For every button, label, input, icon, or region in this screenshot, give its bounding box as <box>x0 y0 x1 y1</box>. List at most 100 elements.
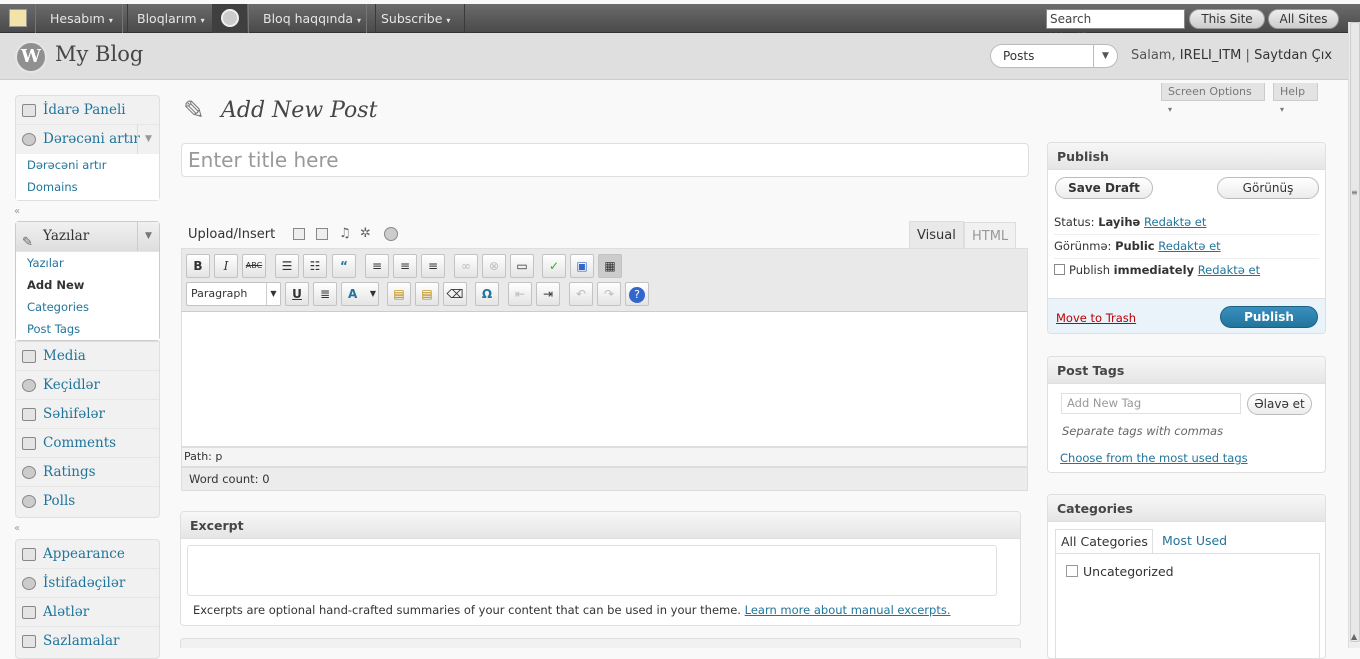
post-content-editor[interactable] <box>181 311 1028 447</box>
screen-options-button[interactable]: Screen Options ▾ <box>1161 83 1265 114</box>
align-center-icon[interactable]: ≡ <box>393 254 417 278</box>
strikethrough-icon[interactable]: ABC <box>242 254 266 278</box>
italic-icon[interactable]: I <box>214 254 238 278</box>
underline-icon[interactable]: U <box>285 282 309 306</box>
tools-icon <box>22 606 36 619</box>
blockquote-icon[interactable]: “ <box>332 254 356 278</box>
sidebar-item-appearance[interactable]: Appearance <box>16 540 159 569</box>
search-input[interactable]: Search WordPress.com <box>1046 9 1185 44</box>
logout-link[interactable]: Saytdan Çıx <box>1254 48 1332 63</box>
numbered-list-icon[interactable]: ☷ <box>303 254 327 278</box>
scrollbar[interactable]: ≡ ▲ <box>1348 22 1360 648</box>
sidebar-item-links[interactable]: Keçidlər <box>16 371 159 400</box>
add-audio-icon[interactable]: ♫ <box>339 226 351 241</box>
kitchen-sink-icon[interactable]: ▦ <box>598 254 622 278</box>
special-character-icon[interactable]: Ω <box>475 282 499 306</box>
sidebar-item-media[interactable]: Media <box>16 342 159 371</box>
wordpress-logo-icon[interactable] <box>212 4 247 33</box>
add-poll-icon[interactable] <box>384 227 398 241</box>
favorite-actions-select[interactable]: Posts ▼ <box>990 44 1118 68</box>
collapse-menu-icon[interactable]: « <box>14 524 24 534</box>
sidebar-item-polls[interactable]: Polls <box>16 487 159 516</box>
unlink-icon[interactable]: ⊗ <box>482 254 506 278</box>
sidebar-item-settings[interactable]: Sazlamalar <box>16 627 159 656</box>
my-blogs-menu[interactable]: Bloqlarım ▾ <box>122 4 220 33</box>
sidebar-subitem-post-tags[interactable]: Post Tags <box>16 318 159 340</box>
publish-heading[interactable]: Publish <box>1048 143 1325 170</box>
add-media-icon[interactable]: ✲ <box>360 226 371 241</box>
list-item[interactable]: Uncategorized <box>1066 564 1174 579</box>
blog-info-menu[interactable]: Bloq haqqında ▾ <box>248 4 377 33</box>
sidebar-item-posts[interactable]: ✎ Yazılar ▼ <box>16 222 159 252</box>
edit-status-link[interactable]: Redaktə et <box>1144 215 1206 229</box>
edit-visibility-link[interactable]: Redaktə et <box>1158 239 1220 253</box>
bold-icon[interactable]: B <box>186 254 210 278</box>
justify-icon[interactable]: ≣ <box>313 282 337 306</box>
sidebar-item-tools[interactable]: Alətlər <box>16 598 159 627</box>
admin-bar: Hesabım ▾ Bloqlarım ▾ Bloq haqqında ▾ Subsc… <box>0 4 1360 44</box>
admin-bar-menu-icon[interactable] <box>9 9 27 27</box>
preview-button[interactable]: Görünüş <box>1217 177 1319 199</box>
spellcheck-icon[interactable]: ✓ <box>542 254 566 278</box>
categories-heading[interactable]: Categories <box>1048 495 1325 522</box>
undo-icon[interactable]: ↶ <box>569 282 593 306</box>
clear-formatting-icon[interactable]: ⌫ <box>443 282 467 306</box>
excerpt-textarea[interactable] <box>187 545 997 596</box>
text-color-icon[interactable]: A ▼ <box>341 282 379 306</box>
sidebar-item-pages[interactable]: Səhifələr <box>16 400 159 429</box>
this-site-button[interactable]: This Site <box>1189 9 1265 29</box>
tab-visual[interactable]: Visual <box>909 221 964 248</box>
pushpin-icon: ✎ <box>183 96 205 126</box>
subscribe-menu[interactable]: Subscribe ▾ <box>366 4 466 33</box>
save-draft-button[interactable]: Save Draft <box>1055 177 1153 199</box>
publish-box: Publish Save Draft Görünüş Status: Layih… <box>1047 142 1326 334</box>
sidebar-item-comments[interactable]: Comments <box>16 429 159 458</box>
align-right-icon[interactable]: ≡ <box>421 254 445 278</box>
sidebar-item-ratings[interactable]: Ratings <box>16 458 159 487</box>
excerpt-heading[interactable]: Excerpt <box>181 512 1020 539</box>
outdent-icon[interactable]: ⇤ <box>508 282 532 306</box>
paste-word-icon[interactable]: ▤ <box>415 282 439 306</box>
indent-icon[interactable]: ⇥ <box>536 282 560 306</box>
format-select[interactable]: Paragraph ▼ <box>186 282 281 306</box>
chevron-down-icon[interactable]: ▼ <box>1093 45 1117 67</box>
add-tag-button[interactable]: Əlavə et <box>1247 393 1312 415</box>
add-image-icon[interactable] <box>293 228 305 240</box>
checkbox[interactable] <box>1066 565 1078 577</box>
sidebar-item-users[interactable]: İstifadəçilər <box>16 569 159 598</box>
help-button[interactable]: Help ▾ <box>1273 83 1318 114</box>
my-account-menu[interactable]: Hesabım ▾ <box>35 4 128 33</box>
add-tag-input[interactable]: Add New Tag <box>1061 393 1241 414</box>
publish-button[interactable]: Publish <box>1220 306 1318 328</box>
sidebar-subitem-upgrade[interactable]: Dərəcəni artır <box>16 154 159 176</box>
all-sites-button[interactable]: All Sites <box>1268 9 1339 29</box>
collapse-menu-icon[interactable]: « <box>14 207 24 217</box>
link-icon[interactable]: ∞ <box>454 254 478 278</box>
excerpt-learn-more-link[interactable]: Learn more about manual excerpts. <box>745 603 951 617</box>
help-icon[interactable]: ? <box>625 282 649 306</box>
username-link[interactable]: IRELI_ITM <box>1180 48 1242 63</box>
most-used-tags-link[interactable]: Choose from the most used tags <box>1060 451 1248 465</box>
post-title-input[interactable]: Enter title here <box>181 143 1029 177</box>
paste-text-icon[interactable]: ▤ <box>387 282 411 306</box>
sidebar-subitem-all-posts[interactable]: Yazılar <box>16 252 159 274</box>
tab-all-categories[interactable]: All Categories <box>1055 529 1153 553</box>
align-left-icon[interactable]: ≡ <box>365 254 389 278</box>
site-name[interactable]: My Blog <box>55 42 143 66</box>
sidebar-subitem-add-new[interactable]: Add New <box>16 274 159 296</box>
settings-icon <box>22 635 36 648</box>
edit-timestamp-link[interactable]: Redaktə et <box>1198 263 1260 277</box>
more-tag-icon[interactable]: ▭ <box>510 254 534 278</box>
sidebar-subitem-domains[interactable]: Domains <box>16 176 159 198</box>
redo-icon[interactable]: ↷ <box>597 282 621 306</box>
add-video-icon[interactable] <box>316 228 328 240</box>
move-to-trash-link[interactable]: Move to Trash <box>1056 311 1136 325</box>
tab-most-used[interactable]: Most Used <box>1162 533 1227 548</box>
sidebar-item-dashboard[interactable]: İdarə Paneli <box>16 96 159 125</box>
tab-html[interactable]: HTML <box>964 222 1017 248</box>
post-tags-heading[interactable]: Post Tags <box>1048 357 1325 384</box>
sidebar-subitem-categories[interactable]: Categories <box>16 296 159 318</box>
bullet-list-icon[interactable]: ☰ <box>275 254 299 278</box>
fullscreen-icon[interactable]: ▣ <box>570 254 594 278</box>
sidebar-item-upgrade[interactable]: Dərəcəni artır ▼ <box>16 125 159 154</box>
